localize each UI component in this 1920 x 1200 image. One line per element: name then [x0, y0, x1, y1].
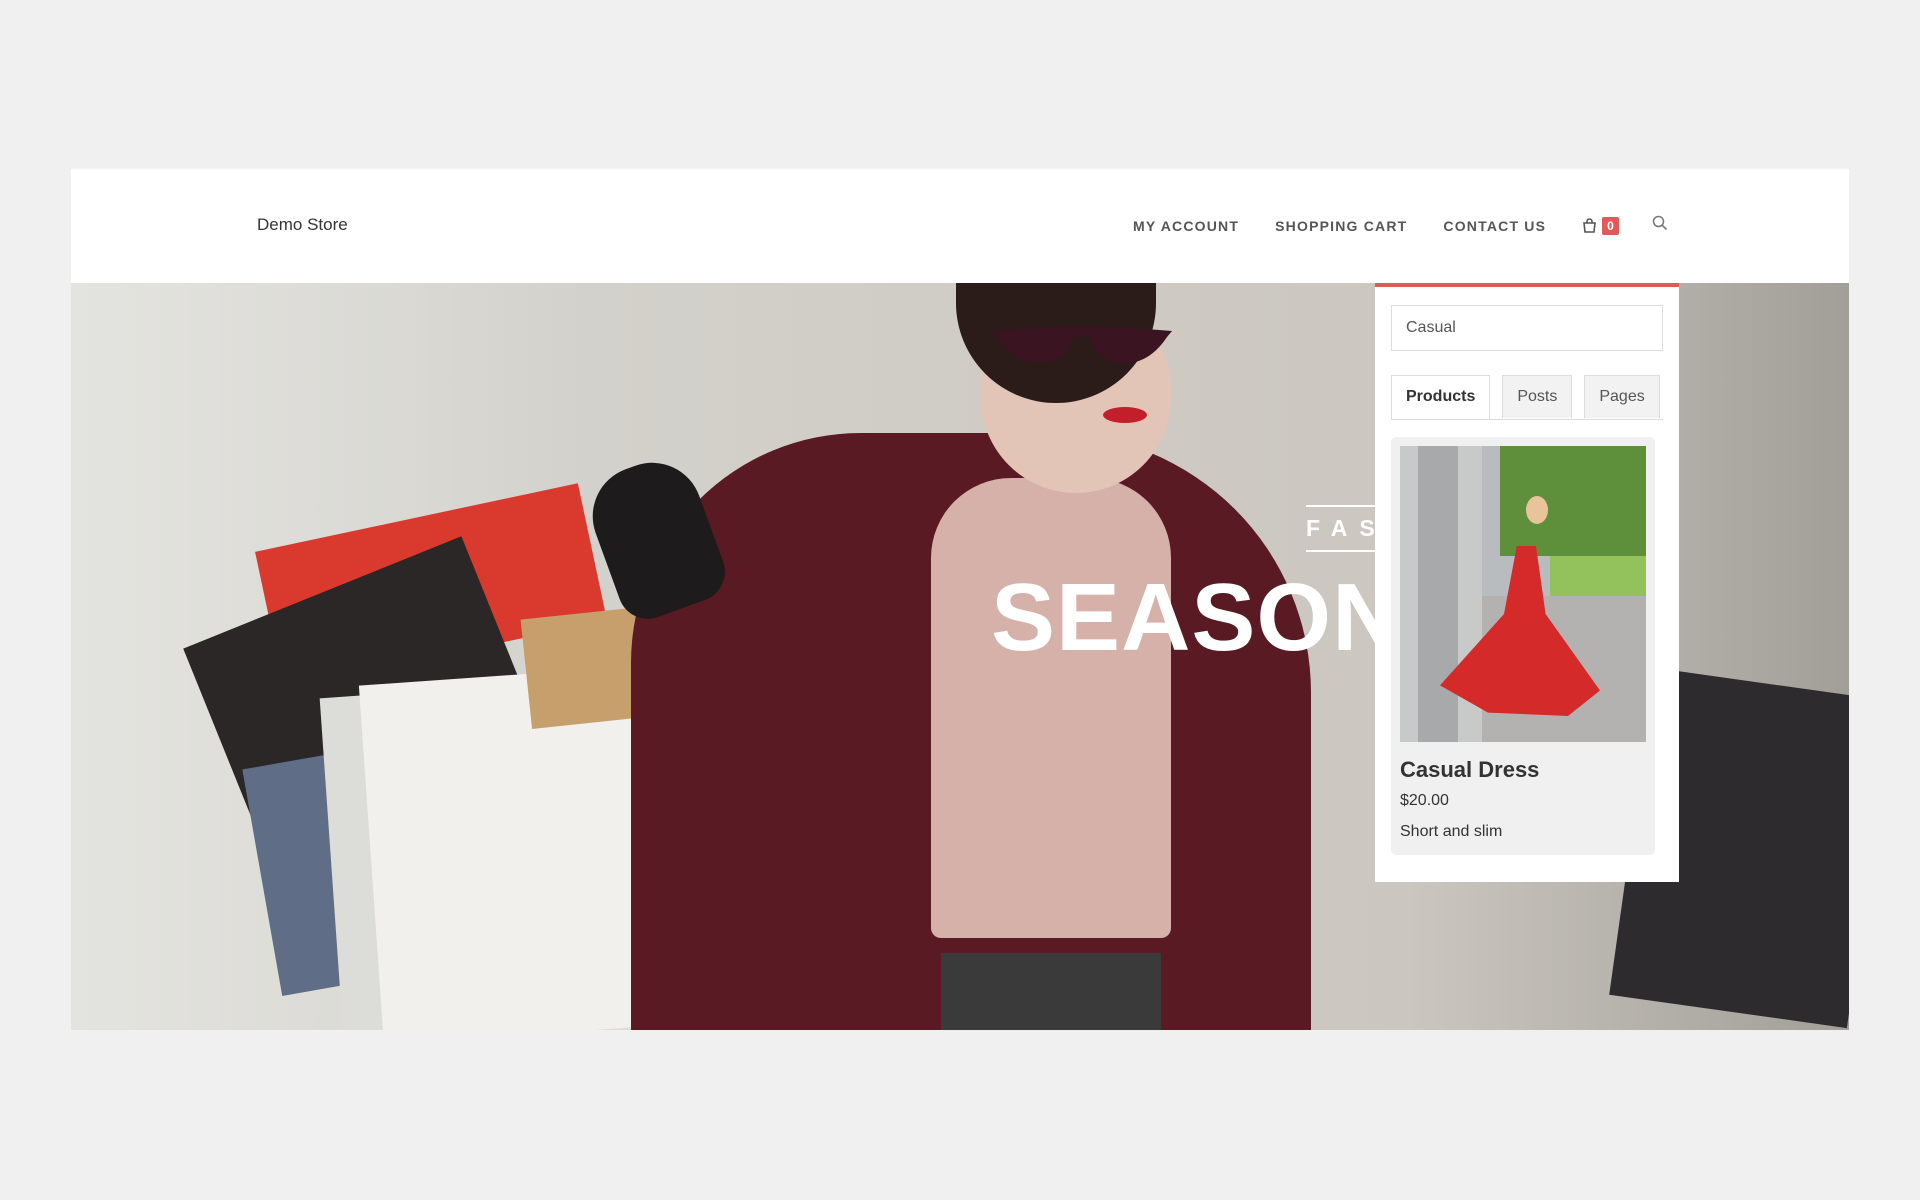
product-image-column: [1418, 446, 1458, 742]
tab-products[interactable]: Products: [1391, 375, 1491, 419]
product-image[interactable]: [1400, 446, 1646, 742]
product-price: $20.00: [1400, 792, 1449, 809]
main-nav: MY ACCOUNT SHOPPING CART CONTACT US 0: [1133, 215, 1668, 236]
nav-my-account[interactable]: MY ACCOUNT: [1133, 216, 1239, 236]
nav-shopping-cart[interactable]: SHOPPING CART: [1275, 216, 1407, 236]
product-image-lawn: [1550, 556, 1646, 596]
hero-image-skirt: [941, 953, 1161, 1030]
search-icon: [1652, 215, 1668, 236]
cart-count-badge: 0: [1602, 216, 1619, 235]
tab-pages[interactable]: Pages: [1584, 375, 1660, 418]
search-dropdown: Products Posts Pages Casual Dress $20.00…: [1375, 283, 1679, 882]
tab-posts[interactable]: Posts: [1502, 375, 1573, 418]
cart-button[interactable]: 0: [1582, 216, 1619, 235]
shopping-bag-icon: [1582, 218, 1597, 233]
product-image-model-head: [1526, 496, 1548, 524]
product-title[interactable]: Casual Dress: [1400, 757, 1539, 783]
search-toggle-button[interactable]: [1652, 215, 1668, 236]
product-image-trees: [1500, 446, 1646, 556]
site-logo[interactable]: Demo Store: [257, 215, 348, 235]
hero-title: SEASON: [991, 564, 1403, 671]
hero-image-lips: [1103, 407, 1147, 423]
hero-image-sunglasses: [992, 327, 1172, 364]
search-result-tabs: Products Posts Pages: [1391, 375, 1663, 420]
search-input[interactable]: [1391, 305, 1663, 351]
search-result-card[interactable]: Casual Dress $20.00 Short and slim: [1391, 437, 1655, 855]
product-description: Short and slim: [1400, 823, 1503, 840]
site-header: Demo Store MY ACCOUNT SHOPPING CART CONT…: [71, 169, 1849, 283]
page-frame: Demo Store MY ACCOUNT SHOPPING CART CONT…: [71, 169, 1849, 1030]
nav-contact-us[interactable]: CONTACT US: [1443, 216, 1546, 236]
